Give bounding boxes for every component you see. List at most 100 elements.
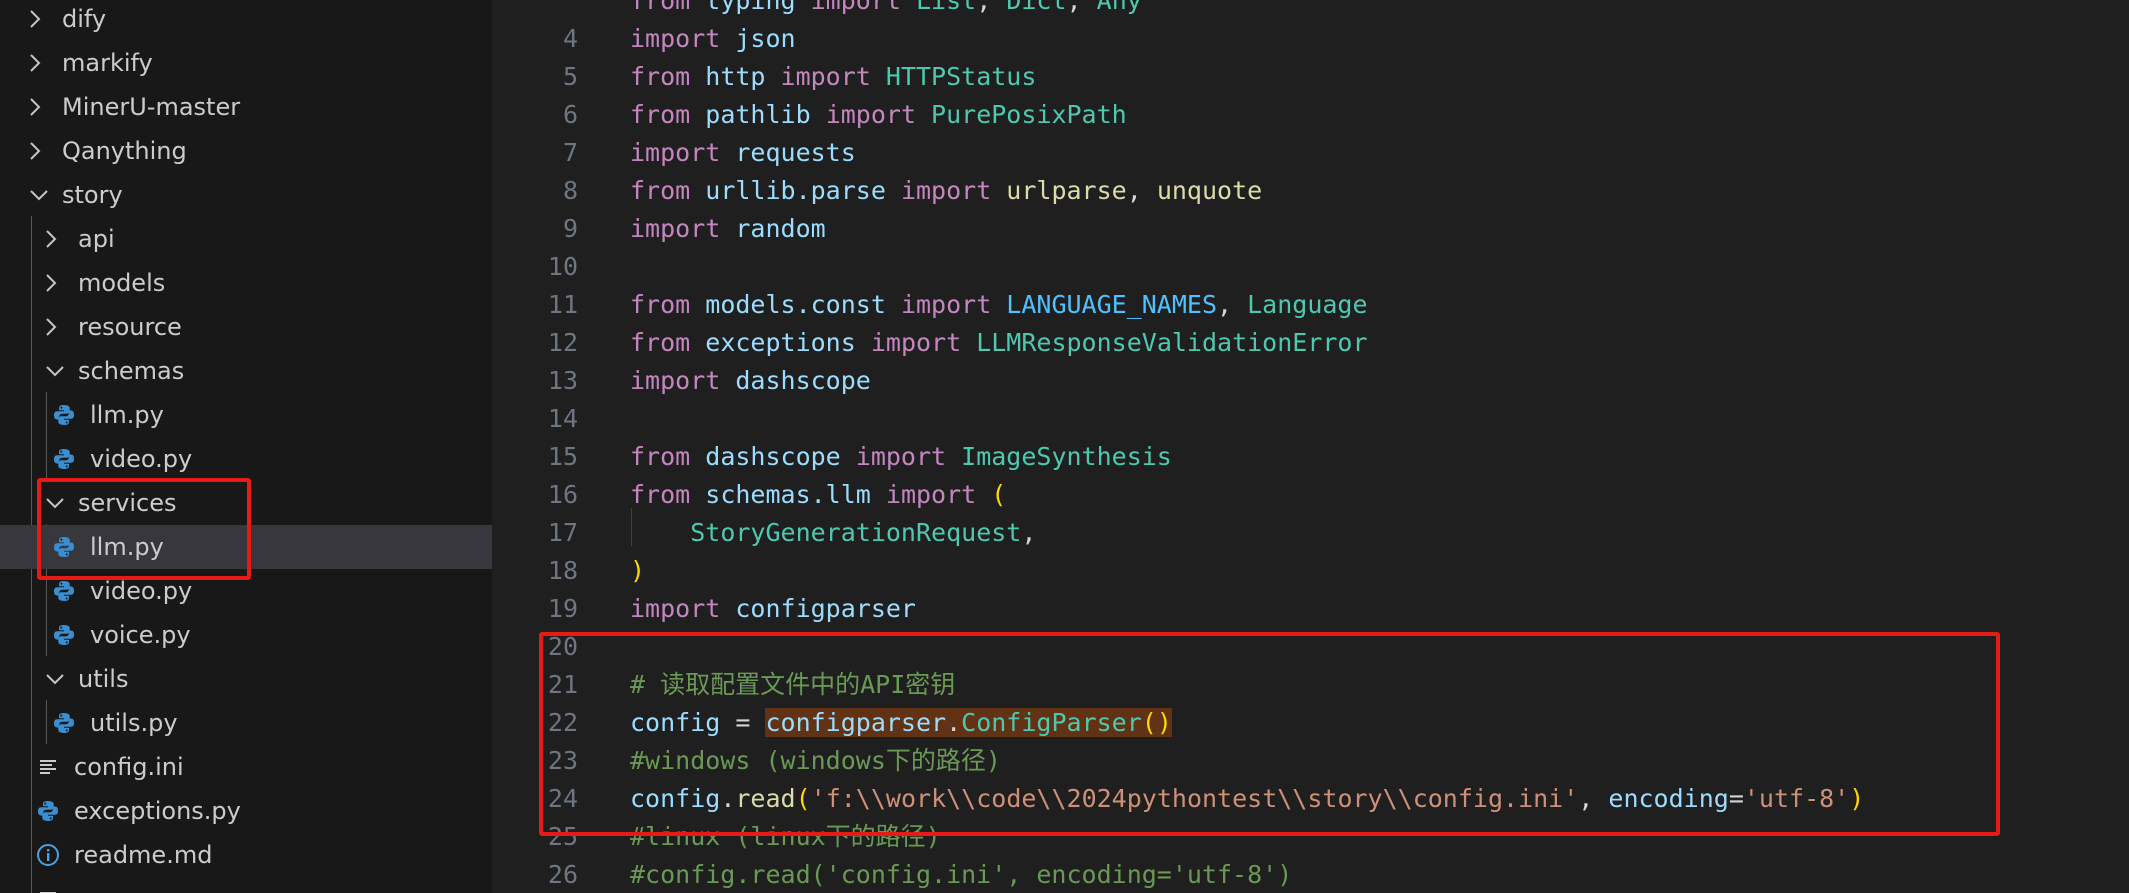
line-number: 23 xyxy=(547,746,578,775)
code-token: requests xyxy=(735,138,856,167)
tree-item-dify[interactable]: dify xyxy=(0,0,492,41)
code-token: , xyxy=(1021,518,1037,547)
code-token: PurePosixPath xyxy=(931,100,1127,129)
code-line[interactable]: 11 from models.const import LANGUAGE_NAME… xyxy=(492,286,2129,324)
tree-item-label: markify xyxy=(62,49,153,77)
code-line[interactable]: 16 from schemas.llm import ( xyxy=(492,476,2129,514)
code-line[interactable]: 10 xyxy=(492,248,2129,286)
code-token: configparser xyxy=(735,594,916,623)
code-text: config.read('f:\\work\\code\\2024pythont… xyxy=(630,780,1864,818)
code-line[interactable]: 23 #windows (windows下的路径) xyxy=(492,742,2129,780)
line-number: 13 xyxy=(547,366,578,395)
tree-item-markify[interactable]: markify xyxy=(0,41,492,85)
tree-item-llm-py[interactable]: llm.py xyxy=(0,525,492,569)
code-token: import xyxy=(825,100,932,129)
code-line[interactable]: 18) xyxy=(492,552,2129,590)
python-file-icon xyxy=(36,799,60,823)
code-line[interactable]: 5 from http import HTTPStatus xyxy=(492,58,2129,96)
explorer-sidebar: dify markify MinerU-master Qanything story ap… xyxy=(0,0,492,893)
chevron-down-icon xyxy=(28,188,50,202)
tree-item-api[interactable]: api xyxy=(0,217,492,261)
code-text: StoryGenerationRequest, xyxy=(630,514,1036,552)
tree-item-story[interactable]: story xyxy=(0,173,492,217)
code-token: #windows (windows下的路径) xyxy=(630,746,1001,775)
code-token: config xyxy=(630,784,721,813)
code-token: dashscope xyxy=(735,366,871,395)
code-token: urllib.parse xyxy=(705,176,901,205)
code-token: Language xyxy=(1247,290,1368,319)
tree-item-resource[interactable]: resource xyxy=(0,305,492,349)
tree-item-label: video.py xyxy=(90,577,193,605)
line-number: 8 xyxy=(562,176,578,205)
code-line[interactable]: 8 from urllib.parse import urlparse, unqu… xyxy=(492,172,2129,210)
line-number: 18 xyxy=(547,556,578,585)
code-token: , xyxy=(1126,176,1157,205)
tree-item-utils[interactable]: utils xyxy=(0,657,492,701)
code-line[interactable]: from typing import List, Dict, Any xyxy=(492,0,2129,20)
code-token: ) xyxy=(1849,784,1865,813)
code-line[interactable]: 17 StoryGenerationRequest, xyxy=(492,514,2129,552)
code-token: import xyxy=(630,24,736,53)
python-file-icon xyxy=(52,403,76,427)
code-token: () xyxy=(1141,708,1172,737)
tree-item-exceptions-py[interactable]: exceptions.py xyxy=(0,789,492,833)
tree-item-config-ini[interactable]: config.ini xyxy=(0,745,492,789)
code-token: #linux (linux下的路径) xyxy=(630,822,941,851)
tree-item-models[interactable]: models xyxy=(0,261,492,305)
code-token: urlparse xyxy=(1006,176,1127,205)
code-text: config = configparser.ConfigParser() xyxy=(630,704,1172,742)
line-number: 10 xyxy=(547,252,578,281)
code-line[interactable]: 25 #linux (linux下的路径) xyxy=(492,818,2129,856)
code-line[interactable]: 19 import configparser xyxy=(492,590,2129,628)
code-line[interactable]: 13 import dashscope xyxy=(492,362,2129,400)
code-token: = xyxy=(1728,784,1744,813)
tree-item-video-py[interactable]: video.py xyxy=(0,437,492,481)
tree-item-label: video.py xyxy=(90,445,193,473)
tree-item-video-py[interactable]: video.py xyxy=(0,569,492,613)
tree-item-readme-md[interactable]: readme.md xyxy=(0,833,492,877)
line-number: 26 xyxy=(547,860,578,889)
code-text: #config.read('config.ini', encoding='utf… xyxy=(630,856,1292,893)
python-file-icon xyxy=(52,623,76,647)
code-token: typing xyxy=(705,0,811,15)
code-line[interactable]: 22 config = configparser.ConfigParser() xyxy=(492,704,2129,742)
code-line[interactable]: 20 xyxy=(492,628,2129,666)
code-token: LANGUAGE_NAMES xyxy=(1006,290,1218,319)
code-token: Dict xyxy=(1006,0,1067,15)
code-line[interactable]: 9 import random xyxy=(492,210,2129,248)
code-line[interactable]: 6 from pathlib import PurePosixPath xyxy=(492,96,2129,134)
code-line[interactable]: 14 xyxy=(492,400,2129,438)
line-number: 17 xyxy=(547,518,578,547)
tree-item-file[interactable] xyxy=(0,877,492,893)
code-line[interactable]: 15 from dashscope import ImageSynthesis xyxy=(492,438,2129,476)
line-number: 19 xyxy=(547,594,578,623)
code-token: import xyxy=(900,176,1007,205)
line-number: 5 xyxy=(562,62,578,91)
code-text: from http import HTTPStatus xyxy=(630,58,1036,96)
code-text: from models.const import LANGUAGE_NAMES,… xyxy=(630,286,1368,324)
chevron-right-icon xyxy=(28,96,50,118)
code-token: , xyxy=(1066,0,1097,15)
tree-item-utils-py[interactable]: utils.py xyxy=(0,701,492,745)
code-line[interactable]: 24 config.read('f:\\work\\code\\2024pytho… xyxy=(492,780,2129,818)
code-token: HTTPStatus xyxy=(885,62,1037,91)
tree-item-schemas[interactable]: schemas xyxy=(0,349,492,393)
code-line[interactable]: 4 import json xyxy=(492,20,2129,58)
code-line[interactable]: 12 from exceptions import LLMResponseVali… xyxy=(492,324,2129,362)
tree-item-mineru-master[interactable]: MinerU-master xyxy=(0,85,492,129)
code-line[interactable]: 26 #config.read('config.ini', encoding='u… xyxy=(492,856,2129,893)
tree-item-qanything[interactable]: Qanything xyxy=(0,129,492,173)
code-line[interactable]: 21 # 读取配置文件中的API密钥 xyxy=(492,666,2129,704)
tree-item-services[interactable]: services xyxy=(0,481,492,525)
code-editor[interactable]: from typing import List, Dict, Any 4 impor… xyxy=(492,0,2129,893)
code-text: from pathlib import PurePosixPath xyxy=(630,96,1127,134)
code-line[interactable]: 7 import requests xyxy=(492,134,2129,172)
chevron-right-icon xyxy=(44,228,66,250)
line-number: 21 xyxy=(547,670,578,699)
line-number: 15 xyxy=(547,442,578,471)
tree-item-llm-py[interactable]: llm.py xyxy=(0,393,492,437)
tree-item-label: resource xyxy=(78,313,182,341)
code-token: 'f:\\work\\code\\2024pythontest\\story\\… xyxy=(810,784,1579,813)
code-token: . xyxy=(720,784,736,813)
tree-item-voice-py[interactable]: voice.py xyxy=(0,613,492,657)
